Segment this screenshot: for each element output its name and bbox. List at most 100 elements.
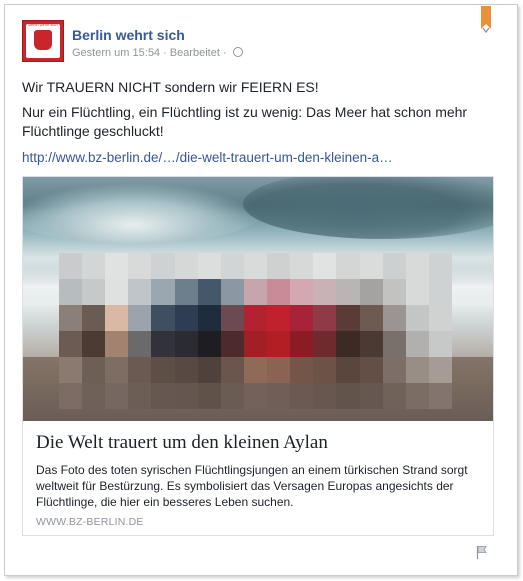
mosaic-cell (105, 305, 129, 331)
mosaic-cell (336, 305, 360, 331)
mosaic-cell (197, 357, 221, 383)
post-timestamp[interactable]: Gestern um 15:54 (72, 47, 160, 59)
mosaic-cell (267, 383, 291, 409)
mosaic-cell (290, 331, 314, 357)
mosaic-cell (313, 253, 337, 279)
post-text-line-1: Wir TRAUERN NICHT sondern wir FEIERN ES! (22, 79, 319, 95)
mosaic-cell (336, 253, 360, 279)
mosaic-cell (174, 357, 198, 383)
post-link[interactable]: http://www.bz-berlin.de/…/die-welt-traue… (22, 150, 393, 165)
mosaic-cell (428, 279, 452, 305)
mosaic-cell (59, 305, 83, 331)
mosaic-cell (313, 331, 337, 357)
mosaic-cell (59, 383, 83, 409)
image-wave (243, 177, 493, 239)
mosaic-cell (290, 357, 314, 383)
mosaic-cell (243, 331, 268, 357)
mosaic-cell (197, 253, 221, 279)
mosaic-cell (359, 305, 383, 331)
pixelated-area (59, 253, 452, 409)
mosaic-cell (128, 331, 152, 357)
mosaic-cell (290, 383, 314, 409)
mosaic-cell (220, 305, 244, 331)
mosaic-cell (405, 253, 429, 279)
globe-icon[interactable] (232, 47, 243, 57)
mosaic-cell (336, 357, 360, 383)
mosaic-cell (405, 331, 429, 357)
card-title[interactable]: Die Welt trauert um den kleinen Aylan (36, 432, 328, 454)
mosaic-cell (174, 305, 198, 331)
mosaic-cell (151, 357, 175, 383)
mosaic-cell (220, 253, 244, 279)
mosaic-cell (290, 305, 314, 331)
page-name-link[interactable]: Berlin wehrt sich (72, 27, 185, 43)
mosaic-cell (382, 279, 406, 305)
mosaic-cell (428, 383, 452, 409)
mosaic-cell (105, 253, 129, 279)
flag-icon[interactable] (476, 545, 488, 559)
mosaic-cell (267, 357, 291, 383)
avatar-logo-text: Berlin wehrt sich (28, 22, 58, 27)
mosaic-cell (197, 383, 221, 409)
mosaic-cell (151, 331, 175, 357)
mosaic-cell (128, 383, 152, 409)
mosaic-cell (105, 357, 129, 383)
mosaic-cell (313, 383, 337, 409)
chevron-down-icon[interactable] (482, 26, 490, 34)
preview-image[interactable] (23, 177, 493, 421)
mosaic-cell (267, 305, 291, 331)
mosaic-cell (313, 357, 337, 383)
mosaic-cell (359, 331, 383, 357)
mosaic-cell (220, 383, 244, 409)
mosaic-cell (105, 279, 129, 305)
card-domain: WWW.BZ-BERLIN.DE (36, 516, 144, 528)
mosaic-cell (290, 279, 314, 305)
bookmark-icon[interactable] (481, 6, 491, 29)
mosaic-cell (105, 331, 129, 357)
link-preview-card[interactable]: Die Welt trauert um den kleinen Aylan Da… (22, 176, 494, 536)
mosaic-cell (359, 383, 383, 409)
mosaic-cell (382, 357, 406, 383)
mosaic-cell (267, 331, 291, 357)
mosaic-cell (428, 331, 452, 357)
mosaic-cell (313, 305, 337, 331)
mosaic-cell (59, 253, 83, 279)
mosaic-cell (359, 279, 383, 305)
mosaic-cell (243, 357, 268, 383)
mosaic-cell (82, 253, 106, 279)
card-description: Das Foto des toten syrischen Flüchtlings… (36, 463, 468, 509)
mosaic-cell (128, 357, 152, 383)
mosaic-cell (243, 305, 268, 331)
mosaic-cell (151, 253, 175, 279)
fist-icon (34, 30, 52, 50)
mosaic-cell (382, 253, 406, 279)
mosaic-cell (174, 331, 198, 357)
mosaic-cell (428, 253, 452, 279)
mosaic-cell (220, 331, 244, 357)
mosaic-cell (82, 331, 106, 357)
mosaic-cell (243, 253, 268, 279)
mosaic-cell (382, 331, 406, 357)
mosaic-cell (105, 383, 129, 409)
mosaic-cell (59, 279, 83, 305)
mosaic-cell (243, 383, 268, 409)
avatar[interactable]: Berlin wehrt sich (22, 20, 64, 62)
mosaic-cell (59, 357, 83, 383)
mosaic-cell (197, 331, 221, 357)
mosaic-cell (197, 279, 221, 305)
mosaic-cell (174, 279, 198, 305)
mosaic-cell (382, 383, 406, 409)
image-wave (23, 183, 263, 243)
mosaic-cell (267, 279, 291, 305)
mosaic-cell (82, 383, 106, 409)
mosaic-cell (128, 279, 152, 305)
mosaic-cell (267, 253, 291, 279)
mosaic-cell (428, 357, 452, 383)
mosaic-cell (128, 305, 152, 331)
mosaic-cell (359, 357, 383, 383)
mosaic-cell (82, 305, 106, 331)
mosaic-cell (151, 383, 175, 409)
edited-label[interactable]: Bearbeitet (170, 47, 220, 59)
mosaic-cell (151, 305, 175, 331)
mosaic-cell (405, 383, 429, 409)
